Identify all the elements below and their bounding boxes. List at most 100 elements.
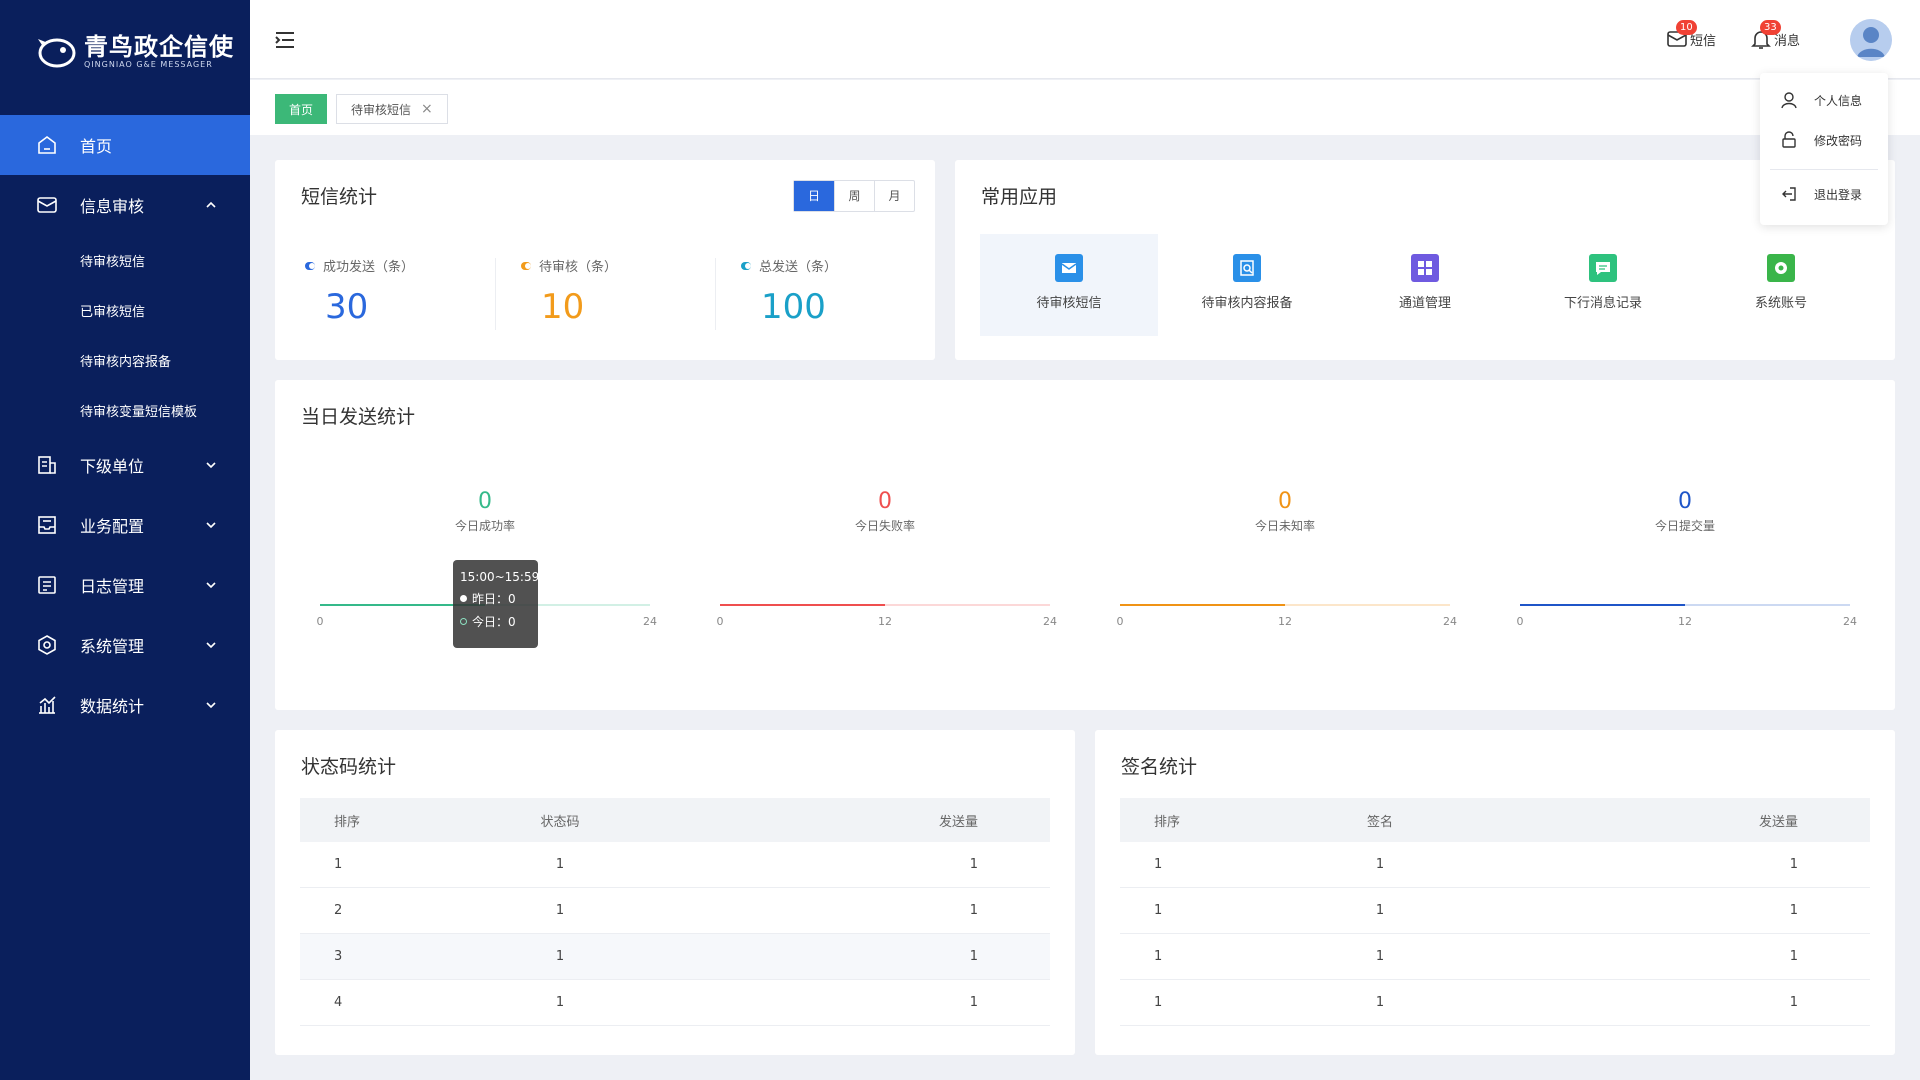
sms-stats-card: 短信统计 日 周 月 成功发送（条） 30 待审核（条） 10 总发送（条） 1… [275, 160, 935, 360]
tab-home[interactable]: 首页 [275, 94, 328, 124]
stat-label: 待审核（条） [539, 260, 618, 275]
metric-value: 0 [1278, 489, 1292, 514]
table-cell: 1 [969, 949, 978, 964]
user-icon [1781, 92, 1797, 109]
stat-value: 100 [761, 287, 826, 327]
table-header: 排序 签名 发送量 [1120, 798, 1870, 842]
table-row[interactable]: 4 1 1 [300, 980, 1050, 1026]
chevron-down-icon [206, 702, 216, 709]
app-system-account[interactable]: 系统账号 [1692, 234, 1870, 336]
sidebar-subitem-pending-template[interactable]: 待审核变量短信模板 [0, 385, 250, 435]
app-pending-report[interactable]: 待审核内容报备 [1158, 234, 1336, 336]
chart-tooltip: 15:00~15:59 昨日：0 今日：0 [453, 560, 539, 648]
column-header: 发送量 [1758, 814, 1798, 830]
sidebar-item-system-management[interactable]: 系统管理 [0, 615, 250, 675]
app-label: 待审核内容报备 [1201, 296, 1293, 311]
tab-pending-sms[interactable]: 待审核短信 × [336, 94, 448, 124]
apps-title: 常用应用 [981, 186, 1058, 208]
sidebar-item-label: 系统管理 [80, 637, 145, 656]
app-channel-management[interactable]: 通道管理 [1336, 234, 1514, 336]
x-tick-label: 0 [717, 615, 724, 628]
stat-dot-icon [521, 261, 531, 270]
sms-notification-button[interactable]: 10 短信 [1666, 20, 1716, 50]
close-icon[interactable]: × [421, 101, 433, 117]
sidebar-item-label: 日志管理 [80, 577, 145, 596]
menu-item-profile[interactable]: 个人信息 [1780, 91, 1862, 109]
table-row[interactable]: 1 1 1 [1120, 934, 1870, 980]
sidebar-subitem-reviewed-sms[interactable]: 已审核短信 [0, 285, 250, 335]
table-cell: 1 [555, 995, 565, 1010]
sms-stats-title: 短信统计 [301, 186, 378, 208]
app-downlink-records[interactable]: 下行消息记录 [1514, 234, 1692, 336]
table-row[interactable]: 1 1 1 [1120, 842, 1870, 888]
table-row[interactable]: 1 1 1 [300, 842, 1050, 888]
table-cell: 1 [334, 857, 343, 872]
tabs-bar: 首页 待审核短信 × [250, 80, 1920, 135]
period-day-button[interactable]: 日 [794, 181, 834, 211]
table-cell: 1 [1789, 857, 1798, 872]
sidebar-item-review[interactable]: 信息审核 [0, 175, 250, 235]
chevron-down-icon [206, 462, 216, 469]
app-label: 通道管理 [1398, 296, 1451, 311]
menu-toggle-icon[interactable] [274, 29, 296, 51]
menu-item-change-password[interactable]: 修改密码 [1780, 131, 1862, 149]
sidebar-nav: 首页 信息审核 待审核短信 已审核短信 待审核内容报备 待审核变量短信模板 下级… [0, 115, 250, 735]
chevron-down-icon [206, 642, 216, 649]
menu-item-logout[interactable]: 退出登录 [1780, 185, 1862, 203]
user-dropdown-menu: 个人信息 修改密码 退出登录 [1760, 73, 1888, 225]
x-tick-label: 24 [643, 615, 657, 628]
status-code-card: 状态码统计 排序 状态码 发送量 1 1 1 2 1 1 3 1 1 4 1 1 [275, 730, 1075, 1055]
sidebar-item-label: 业务配置 [80, 517, 145, 536]
column-header: 排序 [1154, 814, 1181, 830]
sidebar-subitem-pending-report[interactable]: 待审核内容报备 [0, 335, 250, 385]
column-header: 状态码 [540, 814, 580, 830]
sidebar-item-business-config[interactable]: 业务配置 [0, 495, 250, 555]
stat-label: 成功发送（条） [323, 260, 415, 275]
message-count-badge: 33 [1760, 20, 1781, 35]
daily-stats-card: 当日发送统计 0 今日成功率 0 12 24 0 今日失败率 0 12 24 0 今日未知率 0 12 24… [275, 380, 1895, 710]
app-label: 下行消息记录 [1563, 296, 1642, 311]
table-row[interactable]: 2 1 1 [300, 888, 1050, 934]
user-avatar[interactable] [1850, 19, 1892, 61]
message-notification-button[interactable]: 33 消息 [1750, 20, 1800, 50]
stat-value: 10 [541, 287, 585, 327]
stat-total: 总发送（条） 100 [741, 256, 837, 327]
sidebar-subitem-pending-sms[interactable]: 待审核短信 [0, 235, 250, 285]
table-cell: 1 [969, 995, 978, 1010]
x-tick-label: 12 [1678, 615, 1692, 628]
mail-icon [1055, 254, 1083, 282]
table-cell: 3 [334, 949, 343, 964]
period-week-button[interactable]: 周 [834, 181, 874, 211]
table-cell: 1 [1154, 857, 1163, 872]
common-apps-card: 常用应用 待审核短信 待审核内容报备 通道管理 下行消息记录 系统账号 [955, 160, 1895, 360]
table-cell: 1 [555, 903, 565, 918]
period-selector: 日 周 月 [793, 180, 915, 212]
tooltip-today: 今日：0 [472, 615, 516, 629]
stat-dot-icon [741, 261, 751, 270]
app-pending-sms[interactable]: 待审核短信 [980, 234, 1158, 336]
menu-divider [1770, 169, 1878, 170]
daily-charts: 0 今日成功率 0 12 24 0 今日失败率 0 12 24 0 今日未知率 0 12 24 0 今日提交量 0… [317, 489, 1858, 628]
brand-subtitle: QINGNIAO G&E MESSAGER [84, 60, 213, 69]
metric-label: 今日提交量 [1655, 518, 1715, 533]
table-cell: 1 [1789, 903, 1798, 918]
table-cell: 1 [1375, 903, 1385, 918]
sidebar-item-home[interactable]: 首页 [0, 115, 250, 175]
sidebar-item-subunits[interactable]: 下级单位 [0, 435, 250, 495]
home-icon [38, 136, 56, 154]
table-row[interactable]: 3 1 1 [300, 934, 1050, 980]
chart-icon [39, 696, 56, 714]
table-row[interactable]: 1 1 1 [1120, 980, 1870, 1026]
table-cell: 1 [1789, 995, 1798, 1010]
sidebar-item-log-management[interactable]: 日志管理 [0, 555, 250, 615]
sidebar-item-data-statistics[interactable]: 数据统计 [0, 675, 250, 735]
table-cell: 1 [1154, 903, 1163, 918]
period-month-button[interactable]: 月 [874, 181, 914, 211]
table-row[interactable]: 1 1 1 [1120, 888, 1870, 934]
metric-label: 今日成功率 [455, 518, 515, 533]
top-header: 10 短信 33 消息 [250, 0, 1920, 79]
sidebar: 青鸟政企信使 QINGNIAO G&E MESSAGER 首页 信息审核 待审核… [0, 0, 250, 1080]
x-tick-label: 24 [1843, 615, 1857, 628]
document-icon [38, 576, 56, 594]
brand-logo[interactable]: 青鸟政企信使 QINGNIAO G&E MESSAGER [36, 34, 234, 70]
